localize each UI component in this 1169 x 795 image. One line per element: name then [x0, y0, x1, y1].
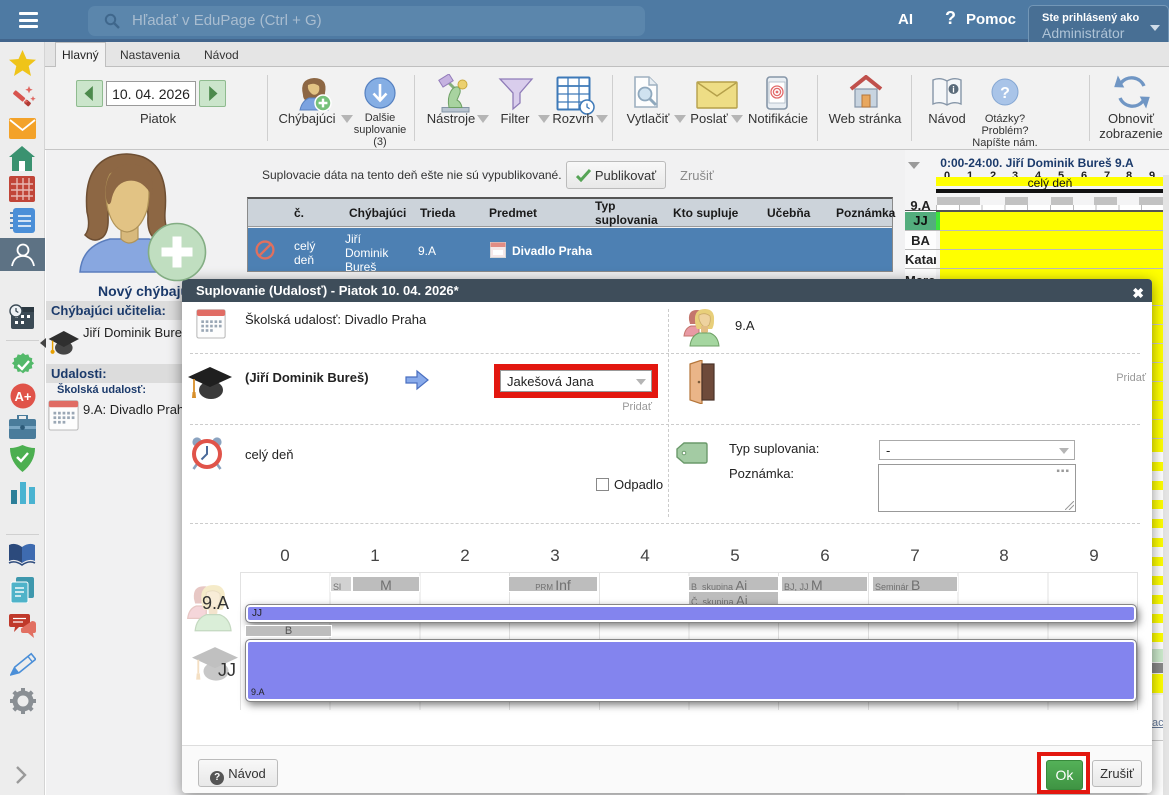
- svg-text:A+: A+: [15, 389, 32, 404]
- svg-text:i: i: [952, 85, 955, 95]
- svg-text:?: ?: [1000, 85, 1010, 102]
